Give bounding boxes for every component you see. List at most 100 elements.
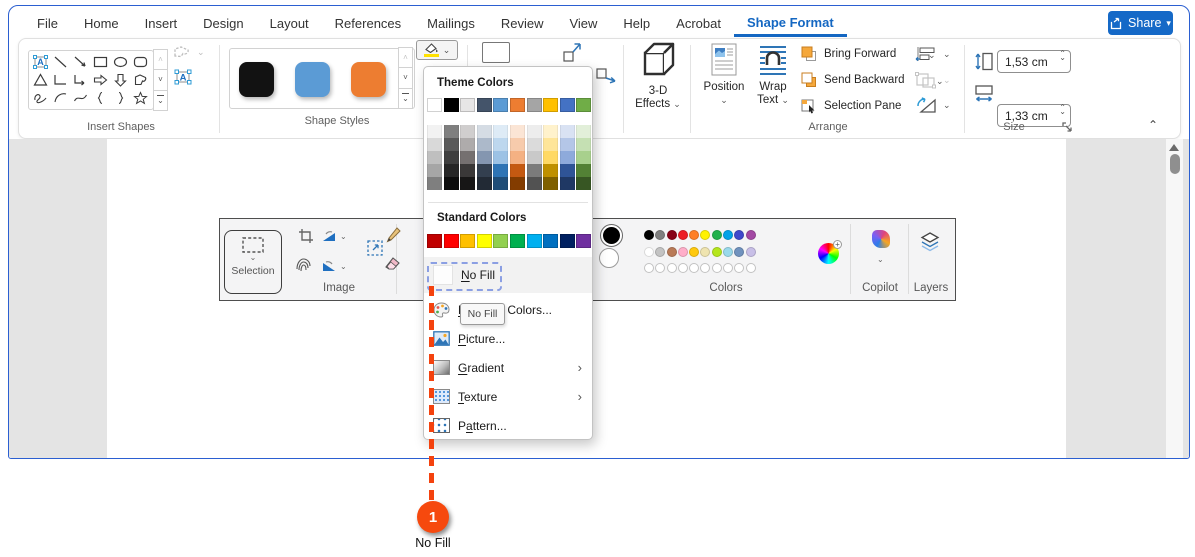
spinner-icon[interactable]: ⌃ ⌄ xyxy=(1059,104,1066,116)
theme-tint-swatch[interactable] xyxy=(576,151,592,164)
theme-tint-swatch[interactable] xyxy=(526,151,542,164)
theme-tint-swatch[interactable] xyxy=(543,151,559,164)
shape-fill-button[interactable]: ⌄ xyxy=(416,40,458,60)
theme-tint-swatch[interactable] xyxy=(476,151,492,164)
menu-item-texture[interactable]: Texture › xyxy=(424,383,592,410)
scroll-down-icon[interactable]: ˅ xyxy=(398,67,413,89)
theme-tint-swatch[interactable] xyxy=(443,164,459,177)
theme-color-swatch[interactable] xyxy=(460,98,476,112)
theme-tint-swatch[interactable] xyxy=(509,125,525,138)
shape-oval-icon[interactable] xyxy=(111,53,130,71)
theme-tint-swatch[interactable] xyxy=(460,125,476,138)
shape-style-swatch[interactable] xyxy=(239,62,274,97)
nudge-shadow-up-button[interactable] xyxy=(562,40,583,68)
standard-color-swatch[interactable] xyxy=(509,234,525,248)
vertical-scrollbar[interactable] xyxy=(1166,139,1183,458)
theme-tint-swatch[interactable] xyxy=(460,138,476,151)
gallery-more-icon[interactable]: ⌄ xyxy=(398,87,413,109)
theme-tint-swatch[interactable] xyxy=(493,151,509,164)
standard-color-swatch[interactable] xyxy=(476,234,492,248)
theme-tint-swatch[interactable] xyxy=(443,177,459,190)
shape-elbow-arrow-connector-icon[interactable] xyxy=(71,71,90,89)
standard-color-swatch[interactable] xyxy=(559,234,575,248)
menu-item-gradient[interactable]: Gradient › xyxy=(424,354,592,381)
scroll-up-icon[interactable]: ˄ xyxy=(398,47,413,69)
theme-tint-swatch[interactable] xyxy=(476,177,492,190)
shape-triangle-icon[interactable] xyxy=(31,71,50,89)
text-box-button[interactable]: A xyxy=(174,69,192,90)
menu-tab-home[interactable]: Home xyxy=(71,10,132,37)
theme-tint-swatch[interactable] xyxy=(526,125,542,138)
menu-tab-review[interactable]: Review xyxy=(488,10,557,37)
spinner-icon[interactable]: ⌃ ⌄ xyxy=(1059,50,1066,62)
theme-tint-swatch[interactable] xyxy=(526,177,542,190)
theme-color-swatch[interactable] xyxy=(427,98,442,112)
theme-tint-swatch[interactable] xyxy=(509,138,525,151)
theme-tint-swatch[interactable] xyxy=(443,151,459,164)
theme-color-swatch[interactable] xyxy=(559,98,575,112)
shape-line-icon[interactable] xyxy=(51,53,70,71)
shape-curve-icon[interactable] xyxy=(71,89,90,107)
menu-tab-references[interactable]: References xyxy=(322,10,414,37)
theme-tint-swatch[interactable] xyxy=(576,138,592,151)
menu-tab-design[interactable]: Design xyxy=(190,10,256,37)
theme-color-swatch[interactable] xyxy=(526,98,542,112)
scrollbar-thumb[interactable] xyxy=(1170,154,1180,174)
shape-down-arrow-icon[interactable] xyxy=(111,71,130,89)
theme-tint-swatch[interactable] xyxy=(427,177,442,190)
shadow-toggle-button[interactable] xyxy=(482,42,510,63)
theme-tint-swatch[interactable] xyxy=(576,125,592,138)
theme-tint-swatch[interactable] xyxy=(460,177,476,190)
theme-tint-swatch[interactable] xyxy=(476,138,492,151)
theme-color-swatch[interactable] xyxy=(493,98,509,112)
theme-tint-swatch[interactable] xyxy=(559,151,575,164)
insert-shapes-scrollbar[interactable]: ˄ ˅ ⌄ xyxy=(153,49,168,111)
menu-tab-help[interactable]: Help xyxy=(610,10,663,37)
theme-tint-swatch[interactable] xyxy=(559,164,575,177)
theme-tint-swatch[interactable] xyxy=(493,164,509,177)
shape-freeform-icon[interactable] xyxy=(131,71,150,89)
menu-tab-file[interactable]: File xyxy=(24,10,71,37)
menu-item-more-fill-colors[interactable]: More Fill Colors... xyxy=(424,296,592,323)
theme-tint-swatch[interactable] xyxy=(493,125,509,138)
shape-rectangle-icon[interactable] xyxy=(91,53,110,71)
theme-tint-swatch[interactable] xyxy=(476,125,492,138)
3d-effects-button[interactable]: 3-D Effects ⌄ xyxy=(628,40,688,111)
insert-shapes-gallery[interactable]: A xyxy=(28,50,154,110)
theme-tint-swatch[interactable] xyxy=(526,138,542,151)
theme-tint-swatch[interactable] xyxy=(576,177,592,190)
theme-tint-swatch[interactable] xyxy=(509,164,525,177)
theme-tint-swatch[interactable] xyxy=(576,164,592,177)
menu-tab-layout[interactable]: Layout xyxy=(257,10,322,37)
shape-elbow-connector-icon[interactable] xyxy=(51,71,70,89)
theme-color-swatch[interactable] xyxy=(576,98,592,112)
shape-height-input[interactable]: 1,53 cm ⌃ ⌄ xyxy=(997,50,1071,73)
scroll-up-icon[interactable]: ˄ xyxy=(153,49,168,71)
shape-arrow-icon[interactable] xyxy=(71,53,90,71)
shape-style-swatch[interactable] xyxy=(295,62,330,97)
shape-star-icon[interactable] xyxy=(131,89,150,107)
theme-tint-swatch[interactable] xyxy=(543,138,559,151)
scroll-down-icon[interactable]: ˅ xyxy=(153,69,168,91)
theme-tint-swatch[interactable] xyxy=(443,125,459,138)
standard-color-swatch[interactable] xyxy=(443,234,459,248)
menu-tab-acrobat[interactable]: Acrobat xyxy=(663,10,734,37)
share-button[interactable]: Share ▾ xyxy=(1108,11,1173,35)
rotate-button[interactable]: ⌄ xyxy=(915,96,951,114)
theme-tint-swatch[interactable] xyxy=(427,164,442,177)
standard-color-swatch[interactable] xyxy=(576,234,592,248)
align-button[interactable]: ⌄ xyxy=(915,46,951,62)
send-backward-button[interactable]: Send Backward xyxy=(801,72,905,88)
menu-item-pattern[interactable]: Pattern... xyxy=(424,412,592,439)
shape-styles-gallery[interactable] xyxy=(229,48,415,109)
standard-color-swatch[interactable] xyxy=(427,234,442,248)
theme-color-swatch[interactable] xyxy=(443,98,459,112)
shape-right-brace-icon[interactable] xyxy=(111,89,130,107)
standard-color-swatch[interactable] xyxy=(460,234,476,248)
shape-scribble-icon[interactable] xyxy=(31,89,50,107)
theme-tint-swatch[interactable] xyxy=(559,177,575,190)
theme-tint-swatch[interactable] xyxy=(427,125,442,138)
theme-tint-swatch[interactable] xyxy=(443,138,459,151)
selection-pane-button[interactable]: Selection Pane xyxy=(801,98,901,114)
theme-tint-swatch[interactable] xyxy=(460,151,476,164)
